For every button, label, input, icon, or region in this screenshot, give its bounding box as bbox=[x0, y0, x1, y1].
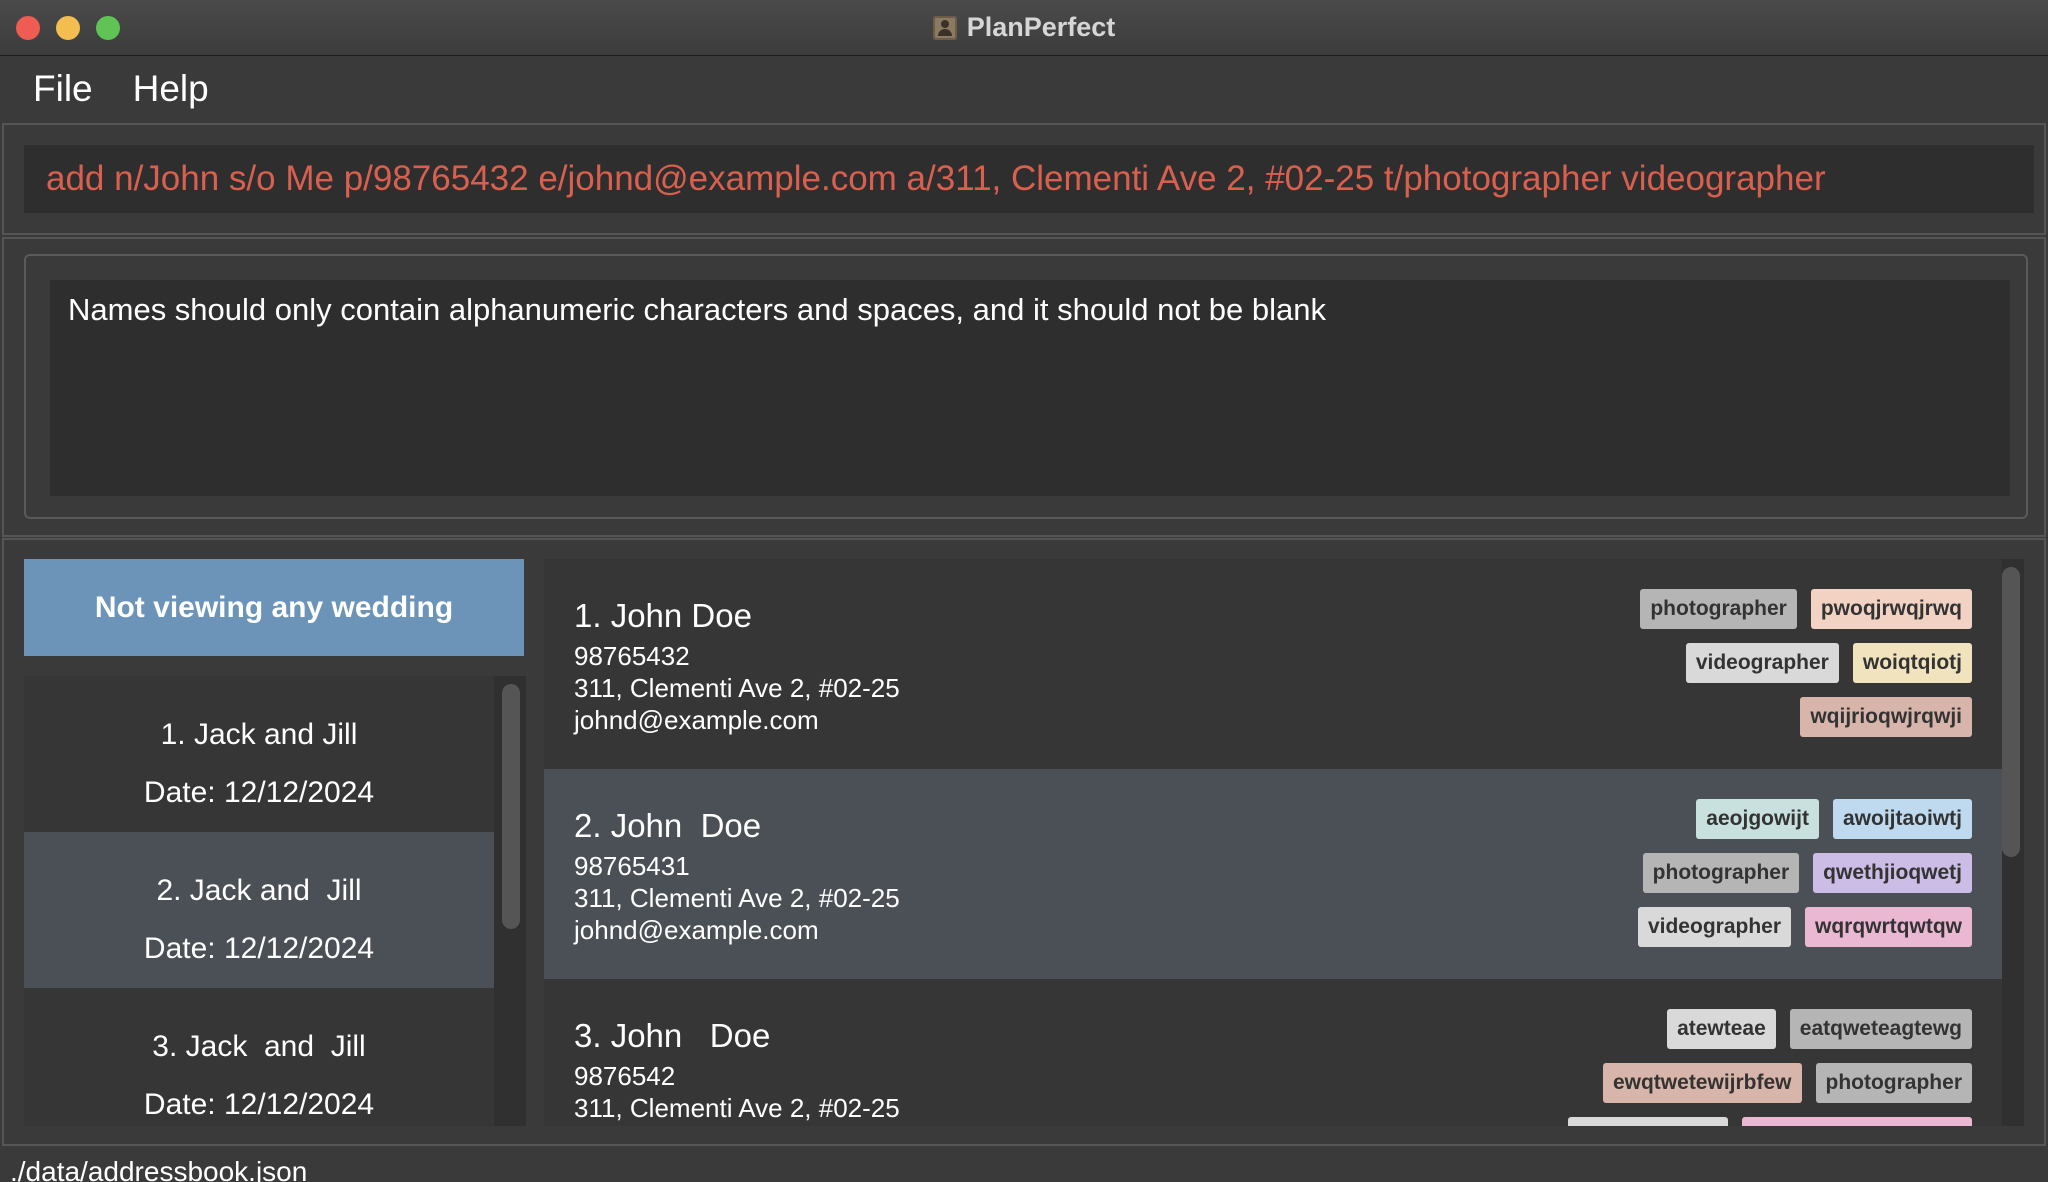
tag: qwethjioqwetj bbox=[1813, 853, 1972, 893]
tag: awoijtaoiwtj bbox=[1832, 799, 1972, 839]
tag: atewteae bbox=[1667, 1009, 1776, 1049]
person-name: 2. John Doe bbox=[574, 807, 762, 844]
wedding-view-banner: Not viewing any wedding bbox=[24, 559, 524, 656]
tag: woiqtqiotj bbox=[1852, 643, 1972, 683]
person-tags: photographer pwoqjrwqjrwq videographer w… bbox=[1612, 589, 1972, 737]
person-tags: atewteae eatqweteagtewg ewqtwetewijrbfew… bbox=[1552, 1009, 1972, 1126]
tag: eatqweteagtewg bbox=[1789, 1009, 1972, 1049]
status-bar: ./data/addressbook.json bbox=[0, 1148, 2048, 1182]
person-list[interactable]: 1. John Doe 98765432 311, Clementi Ave 2… bbox=[544, 559, 2024, 1126]
tag: photographer bbox=[1642, 853, 1800, 893]
person-address: 311, Clementi Ave 2, #02-25 bbox=[574, 883, 900, 913]
wedding-title: 1. Jack and Jill bbox=[160, 718, 358, 751]
person-email: johnd@example.com bbox=[574, 705, 819, 735]
wedding-card[interactable]: 3. Jack and Jill Date: 12/12/2024 bbox=[24, 988, 494, 1126]
window-title-group: PlanPerfect bbox=[0, 0, 2048, 55]
tag: pwoqjrwqjrwq bbox=[1810, 589, 1972, 629]
menu-help[interactable]: Help bbox=[133, 68, 209, 110]
wedding-date: Date: 12/12/2024 bbox=[143, 1088, 375, 1121]
wedding-list-scrollbar[interactable] bbox=[502, 684, 520, 929]
person-email: johnd@example.com bbox=[574, 915, 819, 945]
wedding-list[interactable]: 1. Jack and Jill Date: 12/12/2024 2. Jac… bbox=[24, 676, 526, 1126]
app-icon bbox=[932, 15, 957, 40]
tag: photographer bbox=[1640, 589, 1797, 629]
person-card[interactable]: 3. John Doe 9876542 311, Clementi Ave 2,… bbox=[544, 979, 2002, 1126]
tag bbox=[1568, 1117, 1728, 1126]
person-name: 1. John Doe bbox=[574, 597, 752, 634]
tag: videographer bbox=[1637, 907, 1792, 947]
result-display-text[interactable]: Names should only contain alphanumeric c… bbox=[50, 280, 2010, 496]
person-phone: 9876542 bbox=[574, 1061, 676, 1091]
person-card[interactable]: 1. John Doe 98765432 311, Clementi Ave 2… bbox=[544, 559, 2002, 769]
person-tags: aeojgowijt awoijtaoiwtj photographer qwe… bbox=[1612, 799, 1972, 947]
person-phone: 98765432 bbox=[574, 641, 690, 671]
menu-file[interactable]: File bbox=[33, 68, 93, 110]
tag: videographer bbox=[1685, 643, 1839, 683]
wedding-card[interactable]: 2. Jack and Jill Date: 12/12/2024 bbox=[24, 832, 494, 988]
wedding-title: 2. Jack and Jill bbox=[156, 874, 362, 907]
wedding-title: 3. Jack and Jill bbox=[152, 1030, 366, 1063]
tag: wqrqwrtqwtqw bbox=[1805, 907, 1972, 947]
person-card[interactable]: 2. John Doe 98765431 311, Clementi Ave 2… bbox=[544, 769, 2002, 979]
menu-bar: File Help bbox=[0, 56, 2048, 122]
tag bbox=[1742, 1117, 1972, 1126]
tag: ewqtwetewijrbfew bbox=[1602, 1063, 1802, 1103]
person-address: 311, Clementi Ave 2, #02-25 bbox=[574, 673, 900, 703]
tag: aeojgowijt bbox=[1696, 799, 1819, 839]
result-display-panel: Names should only contain alphanumeric c… bbox=[2, 237, 2046, 537]
wedding-date: Date: 12/12/2024 bbox=[143, 776, 375, 809]
wedding-date: Date: 12/12/2024 bbox=[143, 932, 375, 965]
person-address: 311, Clementi Ave 2, #02-25 bbox=[574, 1093, 900, 1123]
command-box-panel bbox=[2, 123, 2046, 235]
save-location-text: ./data/addressbook.json bbox=[10, 1156, 308, 1182]
tag: photographer bbox=[1815, 1063, 1972, 1103]
person-phone: 98765431 bbox=[574, 851, 690, 881]
tag: wqijrioqwjrqwji bbox=[1800, 697, 1972, 737]
wedding-card[interactable]: 1. Jack and Jill Date: 12/12/2024 bbox=[24, 676, 494, 832]
title-bar: PlanPerfect bbox=[0, 0, 2048, 56]
result-display-frame: Names should only contain alphanumeric c… bbox=[24, 254, 2028, 519]
person-name: 3. John Doe bbox=[574, 1017, 771, 1054]
window-title: PlanPerfect bbox=[966, 12, 1116, 42]
command-input[interactable] bbox=[24, 145, 2034, 213]
person-list-scrollbar[interactable] bbox=[2002, 567, 2020, 857]
lists-panel: Not viewing any wedding 1. Jack and Jill… bbox=[2, 538, 2046, 1146]
